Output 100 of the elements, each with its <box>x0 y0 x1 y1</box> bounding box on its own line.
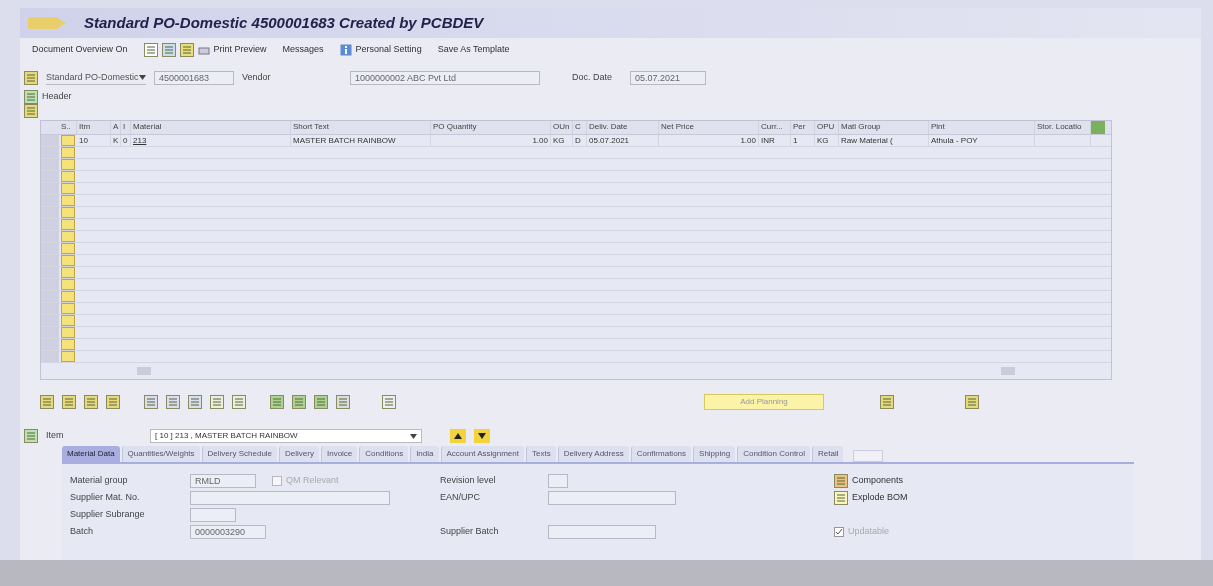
input-field[interactable]: 1000000002 ABC Pvt Ltd <box>350 71 540 85</box>
row-selector[interactable] <box>61 327 75 338</box>
input-field[interactable] <box>190 508 236 522</box>
grid-icon[interactable] <box>84 395 98 409</box>
input-field[interactable]: RMLD <box>190 474 256 488</box>
document-icon[interactable] <box>24 71 38 85</box>
column-header[interactable]: Per <box>791 121 815 134</box>
row-header[interactable] <box>41 195 59 206</box>
row-header[interactable] <box>41 147 59 158</box>
item-dropdown[interactable]: [ 10 ] 213 , MASTER BATCH RAINBOW <box>150 429 422 443</box>
grid-icon[interactable] <box>336 395 350 409</box>
column-header[interactable]: PO Quantity <box>431 121 551 134</box>
column-header[interactable]: Net Price <box>659 121 759 134</box>
row-selector[interactable] <box>61 195 75 206</box>
grid-icon[interactable] <box>232 395 246 409</box>
grid-icon[interactable] <box>188 395 202 409</box>
input-field[interactable]: 0000003290 <box>190 525 266 539</box>
row-selector[interactable] <box>61 231 75 242</box>
row-header[interactable] <box>41 351 59 362</box>
page-icon[interactable] <box>143 43 158 57</box>
tab[interactable]: Quantities/Weights <box>121 446 200 462</box>
row-selector[interactable] <box>61 219 75 230</box>
tab[interactable]: Shipping <box>693 446 736 462</box>
input-field[interactable] <box>548 474 568 488</box>
tab[interactable]: Condition Control <box>737 446 810 462</box>
checkbox[interactable] <box>834 526 844 537</box>
column-header[interactable]: I <box>121 121 131 134</box>
row-selector[interactable] <box>61 183 75 194</box>
grid-icon[interactable] <box>382 395 396 409</box>
toolbar-button[interactable]: Messages <box>282 43 324 57</box>
grid-icon[interactable] <box>270 395 284 409</box>
row-selector[interactable] <box>61 315 75 326</box>
grid-icon[interactable] <box>166 395 180 409</box>
column-header[interactable]: Deliv. Date <box>587 121 659 134</box>
grid-icon[interactable] <box>210 395 224 409</box>
row-selector[interactable] <box>61 243 75 254</box>
tab-scroll-icon[interactable] <box>853 450 884 462</box>
row-header[interactable] <box>41 243 59 254</box>
row-selector[interactable] <box>61 159 75 170</box>
info-icon[interactable] <box>339 44 352 56</box>
row-header[interactable] <box>41 207 59 218</box>
row-selector[interactable] <box>61 279 75 290</box>
components-button[interactable]: Components <box>852 474 904 488</box>
row-header[interactable] <box>41 291 59 302</box>
input-field[interactable] <box>190 491 390 505</box>
column-header[interactable]: Plnt <box>929 121 1035 134</box>
row-header[interactable] <box>41 159 59 170</box>
document-icon[interactable] <box>161 43 176 57</box>
column-header[interactable]: C <box>573 121 587 134</box>
row-selector[interactable] <box>61 147 75 158</box>
tab[interactable]: Texts <box>526 446 556 462</box>
toolbar-button[interactable]: Print Preview <box>213 43 267 57</box>
row-header[interactable] <box>41 279 59 290</box>
row-header[interactable] <box>41 315 59 326</box>
doc-type-dropdown[interactable]: Standard PO-Domestic <box>46 70 146 86</box>
tab[interactable]: Delivery Address <box>557 446 629 462</box>
tab[interactable]: Retail <box>812 446 844 462</box>
tab[interactable]: Material Data <box>62 446 120 462</box>
next-item-button[interactable] <box>474 429 490 443</box>
column-header[interactable]: OUn <box>551 121 573 134</box>
row-header[interactable] <box>41 219 59 230</box>
column-header[interactable]: Material <box>131 121 291 134</box>
column-header[interactable]: Curr... <box>759 121 791 134</box>
column-header[interactable]: Itm <box>77 121 111 134</box>
column-header[interactable]: Short Text <box>291 121 431 134</box>
tab[interactable]: Invoice <box>320 446 358 462</box>
row-header[interactable] <box>41 267 59 278</box>
tab[interactable]: India <box>410 446 439 462</box>
row-selector[interactable] <box>61 135 75 146</box>
row-selector[interactable] <box>61 267 75 278</box>
row-header[interactable] <box>41 327 59 338</box>
toolbar-button[interactable]: Personal Setting <box>355 43 422 57</box>
row-header[interactable] <box>41 231 59 242</box>
tab[interactable]: Delivery Schedule <box>201 446 278 462</box>
input-field[interactable] <box>548 491 676 505</box>
tab[interactable]: Conditions <box>359 446 409 462</box>
row-selector[interactable] <box>61 291 75 302</box>
grid-icon[interactable] <box>314 395 328 409</box>
row-selector[interactable] <box>61 171 75 182</box>
tab[interactable]: Account Assignment <box>440 446 524 462</box>
caret-icon[interactable] <box>139 75 146 80</box>
grid-icon[interactable] <box>292 395 306 409</box>
row-selector[interactable] <box>61 303 75 314</box>
input-field[interactable]: 05.07.2021 <box>630 71 706 85</box>
row-header[interactable] <box>41 183 59 194</box>
column-header[interactable]: Matl Group <box>839 121 929 134</box>
toolbar-button[interactable]: Document Overview On <box>32 43 128 57</box>
checkbox[interactable] <box>272 476 282 486</box>
row-header[interactable] <box>41 255 59 266</box>
row-selector[interactable] <box>61 255 75 266</box>
toolbar-button[interactable]: Save As Template <box>437 43 510 57</box>
column-header[interactable]: OPU <box>815 121 839 134</box>
input-field[interactable]: 4500001683 <box>154 71 234 85</box>
column-header[interactable]: A <box>111 121 121 134</box>
row-header[interactable] <box>41 303 59 314</box>
row-header[interactable] <box>41 339 59 350</box>
caret-icon[interactable] <box>410 433 417 439</box>
column-header[interactable]: S.. <box>59 121 77 134</box>
row-selector[interactable] <box>61 339 75 350</box>
tab[interactable]: Delivery <box>279 446 319 462</box>
